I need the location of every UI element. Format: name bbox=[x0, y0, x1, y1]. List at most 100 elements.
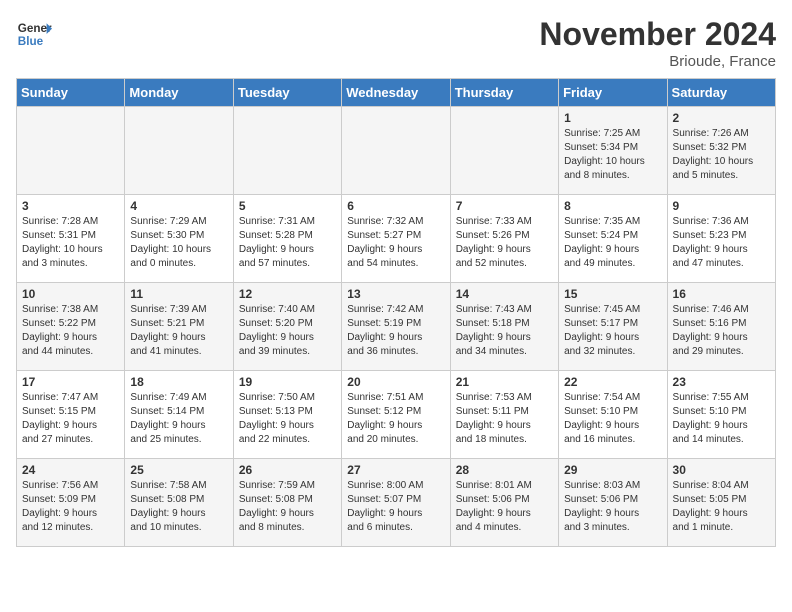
day-info: Sunrise: 7:43 AM Sunset: 5:18 PM Dayligh… bbox=[456, 303, 553, 359]
calendar-cell: 1Sunrise: 7:25 AM Sunset: 5:34 PM Daylig… bbox=[559, 107, 667, 195]
weekday-header: Friday bbox=[559, 79, 667, 107]
day-info: Sunrise: 7:40 AM Sunset: 5:20 PM Dayligh… bbox=[239, 303, 336, 359]
day-info: Sunrise: 7:49 AM Sunset: 5:14 PM Dayligh… bbox=[130, 391, 227, 447]
calendar-cell: 26Sunrise: 7:59 AM Sunset: 5:08 PM Dayli… bbox=[233, 459, 341, 547]
calendar-cell: 25 Sunrise: 7:58 AM Sunset: 5:08 PM Dayli… bbox=[125, 459, 233, 547]
day-number: 16 bbox=[673, 287, 770, 301]
calendar-cell bbox=[17, 107, 125, 195]
calendar-week-row: 3Sunrise: 7:28 AM Sunset: 5:31 PM Daylig… bbox=[17, 195, 776, 283]
day-info: Sunrise: 7:58 AM Sunset: 5:08 PM Dayligh… bbox=[130, 479, 227, 535]
day-info: Sunrise: 7:54 AM Sunset: 5:10 PM Dayligh… bbox=[564, 391, 661, 447]
day-number: 24 bbox=[22, 463, 119, 477]
calendar-cell: 9 Sunrise: 7:36 AM Sunset: 5:23 PM Daylig… bbox=[667, 195, 775, 283]
day-info: Sunrise: 7:55 AM Sunset: 5:10 PM Dayligh… bbox=[673, 391, 770, 447]
day-number: 21 bbox=[456, 375, 553, 389]
calendar-week-row: 1Sunrise: 7:25 AM Sunset: 5:34 PM Daylig… bbox=[17, 107, 776, 195]
svg-text:Blue: Blue bbox=[18, 35, 44, 48]
calendar-cell: 4Sunrise: 7:29 AM Sunset: 5:30 PM Daylig… bbox=[125, 195, 233, 283]
day-info: Sunrise: 7:35 AM Sunset: 5:24 PM Dayligh… bbox=[564, 215, 661, 271]
logo: General Blue bbox=[16, 16, 52, 52]
day-number: 10 bbox=[22, 287, 119, 301]
day-info: Sunrise: 7:42 AM Sunset: 5:19 PM Dayligh… bbox=[347, 303, 444, 359]
day-info: Sunrise: 7:45 AM Sunset: 5:17 PM Dayligh… bbox=[564, 303, 661, 359]
day-number: 22 bbox=[564, 375, 661, 389]
day-info: Sunrise: 7:53 AM Sunset: 5:11 PM Dayligh… bbox=[456, 391, 553, 447]
calendar-cell: 23 Sunrise: 7:55 AM Sunset: 5:10 PM Dayli… bbox=[667, 371, 775, 459]
calendar-cell: 29 Sunrise: 8:03 AM Sunset: 5:06 PM Dayli… bbox=[559, 459, 667, 547]
weekday-header-row: SundayMondayTuesdayWednesdayThursdayFrid… bbox=[17, 79, 776, 107]
day-number: 9 bbox=[673, 199, 770, 213]
day-number: 26 bbox=[239, 463, 336, 477]
calendar-cell: 13 Sunrise: 7:42 AM Sunset: 5:19 PM Dayli… bbox=[342, 283, 450, 371]
day-info: Sunrise: 7:38 AM Sunset: 5:22 PM Dayligh… bbox=[22, 303, 119, 359]
weekday-header: Sunday bbox=[17, 79, 125, 107]
weekday-header: Tuesday bbox=[233, 79, 341, 107]
day-info: Sunrise: 7:51 AM Sunset: 5:12 PM Dayligh… bbox=[347, 391, 444, 447]
day-number: 3 bbox=[22, 199, 119, 213]
calendar-cell: 21 Sunrise: 7:53 AM Sunset: 5:11 PM Dayli… bbox=[450, 371, 558, 459]
day-number: 29 bbox=[564, 463, 661, 477]
weekday-header: Thursday bbox=[450, 79, 558, 107]
calendar-cell: 28 Sunrise: 8:01 AM Sunset: 5:06 PM Dayli… bbox=[450, 459, 558, 547]
day-number: 4 bbox=[130, 199, 227, 213]
calendar-cell: 22 Sunrise: 7:54 AM Sunset: 5:10 PM Dayli… bbox=[559, 371, 667, 459]
calendar-cell bbox=[125, 107, 233, 195]
day-info: Sunrise: 7:33 AM Sunset: 5:26 PM Dayligh… bbox=[456, 215, 553, 271]
day-info: Sunrise: 7:32 AM Sunset: 5:27 PM Dayligh… bbox=[347, 215, 444, 271]
weekday-header: Monday bbox=[125, 79, 233, 107]
title-block: November 2024 Brioude, France bbox=[539, 16, 776, 70]
day-number: 11 bbox=[130, 287, 227, 301]
calendar-cell: 2Sunrise: 7:26 AM Sunset: 5:32 PM Daylig… bbox=[667, 107, 775, 195]
day-number: 30 bbox=[673, 463, 770, 477]
calendar-cell bbox=[342, 107, 450, 195]
day-info: Sunrise: 7:50 AM Sunset: 5:13 PM Dayligh… bbox=[239, 391, 336, 447]
calendar-cell: 5 Sunrise: 7:31 AM Sunset: 5:28 PM Daylig… bbox=[233, 195, 341, 283]
calendar-cell: 19Sunrise: 7:50 AM Sunset: 5:13 PM Dayli… bbox=[233, 371, 341, 459]
day-number: 5 bbox=[239, 199, 336, 213]
day-info: Sunrise: 7:25 AM Sunset: 5:34 PM Dayligh… bbox=[564, 127, 661, 183]
calendar-cell: 12 Sunrise: 7:40 AM Sunset: 5:20 PM Dayli… bbox=[233, 283, 341, 371]
day-number: 8 bbox=[564, 199, 661, 213]
day-info: Sunrise: 8:01 AM Sunset: 5:06 PM Dayligh… bbox=[456, 479, 553, 535]
calendar-cell: 17 Sunrise: 7:47 AM Sunset: 5:15 PM Dayli… bbox=[17, 371, 125, 459]
day-number: 13 bbox=[347, 287, 444, 301]
day-number: 6 bbox=[347, 199, 444, 213]
day-info: Sunrise: 7:36 AM Sunset: 5:23 PM Dayligh… bbox=[673, 215, 770, 271]
day-number: 23 bbox=[673, 375, 770, 389]
calendar-cell: 8 Sunrise: 7:35 AM Sunset: 5:24 PM Daylig… bbox=[559, 195, 667, 283]
day-info: Sunrise: 8:03 AM Sunset: 5:06 PM Dayligh… bbox=[564, 479, 661, 535]
logo-icon: General Blue bbox=[16, 16, 52, 52]
day-number: 7 bbox=[456, 199, 553, 213]
calendar-table: SundayMondayTuesdayWednesdayThursdayFrid… bbox=[16, 78, 776, 547]
day-number: 28 bbox=[456, 463, 553, 477]
day-number: 15 bbox=[564, 287, 661, 301]
day-number: 17 bbox=[22, 375, 119, 389]
calendar-cell: 7 Sunrise: 7:33 AM Sunset: 5:26 PM Daylig… bbox=[450, 195, 558, 283]
calendar-cell: 16 Sunrise: 7:46 AM Sunset: 5:16 PM Dayli… bbox=[667, 283, 775, 371]
location: Brioude, France bbox=[539, 53, 776, 70]
day-number: 25 bbox=[130, 463, 227, 477]
calendar-cell: 30 Sunrise: 8:04 AM Sunset: 5:05 PM Dayli… bbox=[667, 459, 775, 547]
calendar-week-row: 24 Sunrise: 7:56 AM Sunset: 5:09 PM Dayli… bbox=[17, 459, 776, 547]
month-title: November 2024 bbox=[539, 16, 776, 53]
day-info: Sunrise: 7:31 AM Sunset: 5:28 PM Dayligh… bbox=[239, 215, 336, 271]
day-number: 2 bbox=[673, 111, 770, 125]
day-info: Sunrise: 7:56 AM Sunset: 5:09 PM Dayligh… bbox=[22, 479, 119, 535]
calendar-cell: 15 Sunrise: 7:45 AM Sunset: 5:17 PM Dayli… bbox=[559, 283, 667, 371]
day-info: Sunrise: 7:46 AM Sunset: 5:16 PM Dayligh… bbox=[673, 303, 770, 359]
calendar-cell: 24 Sunrise: 7:56 AM Sunset: 5:09 PM Dayli… bbox=[17, 459, 125, 547]
calendar-cell: 3Sunrise: 7:28 AM Sunset: 5:31 PM Daylig… bbox=[17, 195, 125, 283]
day-number: 18 bbox=[130, 375, 227, 389]
day-info: Sunrise: 7:47 AM Sunset: 5:15 PM Dayligh… bbox=[22, 391, 119, 447]
calendar-cell: 20Sunrise: 7:51 AM Sunset: 5:12 PM Dayli… bbox=[342, 371, 450, 459]
calendar-cell: 6 Sunrise: 7:32 AM Sunset: 5:27 PM Daylig… bbox=[342, 195, 450, 283]
day-info: Sunrise: 8:04 AM Sunset: 5:05 PM Dayligh… bbox=[673, 479, 770, 535]
calendar-week-row: 10 Sunrise: 7:38 AM Sunset: 5:22 PM Dayli… bbox=[17, 283, 776, 371]
page-header: General Blue November 2024 Brioude, Fran… bbox=[16, 16, 776, 70]
weekday-header: Saturday bbox=[667, 79, 775, 107]
day-number: 12 bbox=[239, 287, 336, 301]
day-info: Sunrise: 7:39 AM Sunset: 5:21 PM Dayligh… bbox=[130, 303, 227, 359]
calendar-cell: 18 Sunrise: 7:49 AM Sunset: 5:14 PM Dayli… bbox=[125, 371, 233, 459]
calendar-cell bbox=[233, 107, 341, 195]
calendar-cell bbox=[450, 107, 558, 195]
